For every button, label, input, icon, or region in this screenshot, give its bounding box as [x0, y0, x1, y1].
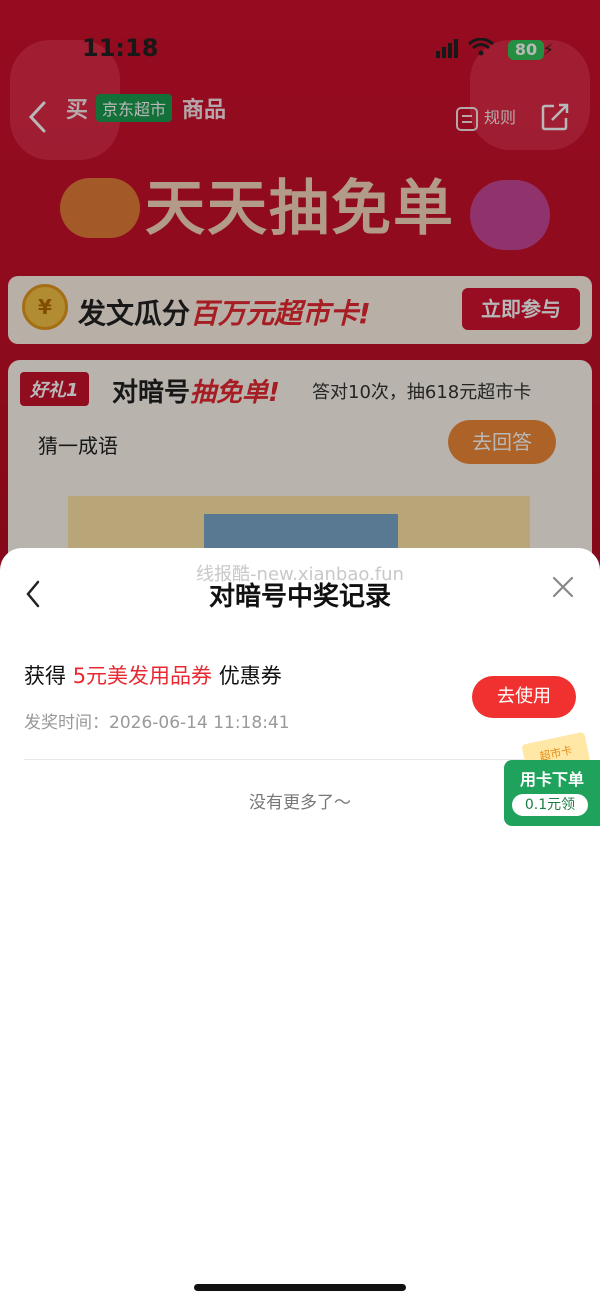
prize-prefix: 获得 — [24, 664, 66, 688]
sheet-title: 对暗号中奖记录 — [208, 582, 391, 612]
prize-name: 5元美发用品券 — [72, 664, 213, 688]
floating-widget-label: 用卡下单 — [519, 770, 584, 789]
floating-widget-price: 0.1元领 — [512, 794, 588, 816]
award-time: 发奖时间：2026-06-14 11:18:41 — [24, 708, 290, 733]
home-indicator[interactable] — [194, 1284, 406, 1291]
use-coupon-button[interactable]: 去使用 — [472, 676, 576, 718]
floating-widget-body: 用卡下单 0.1元领 — [504, 760, 600, 826]
close-icon[interactable] — [548, 572, 578, 602]
card-order-floating-widget[interactable]: 超市卡 用卡下单 0.1元领 — [504, 731, 600, 826]
prize-record-item: 获得 5元美发用品券 优惠券 发奖时间：2026-06-14 11:18:41 … — [24, 660, 576, 760]
prize-suffix: 优惠券 — [218, 664, 282, 688]
divider — [24, 759, 576, 760]
prize-record-sheet: 线报酷-new.xianbao.fun 对暗号中奖记录 获得 5元美发用品券 优… — [0, 548, 600, 1304]
award-time-label: 发奖时间： — [24, 713, 109, 733]
award-time-value: 2026-06-14 11:18:41 — [109, 713, 290, 733]
